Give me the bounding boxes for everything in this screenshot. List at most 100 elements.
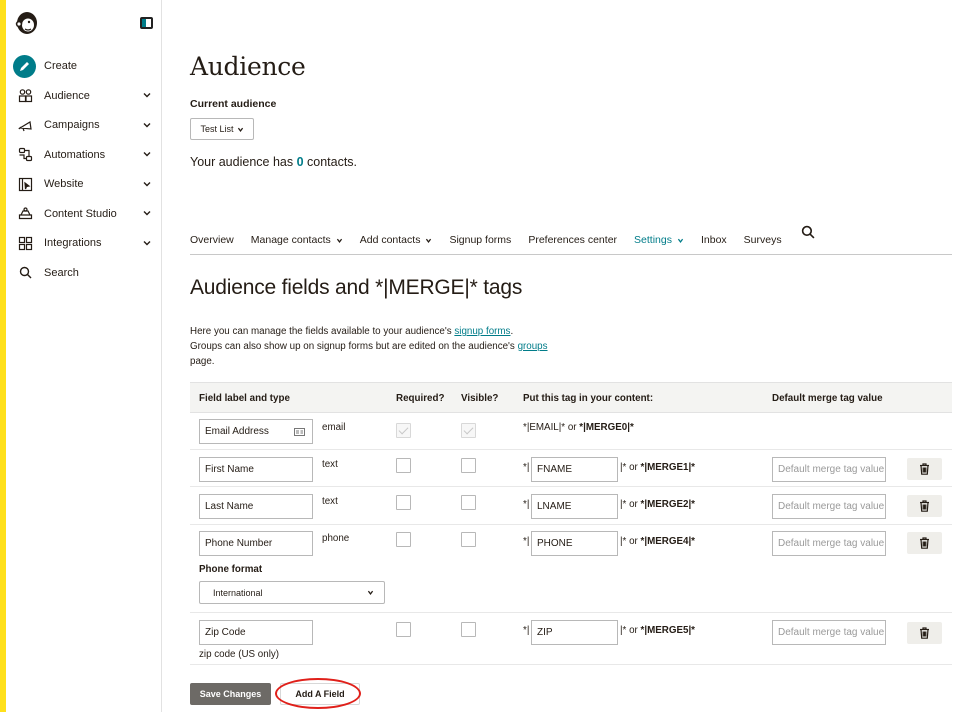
chevron-down-icon[interactable] [142,179,152,189]
sidebar-item-website[interactable]: Website [6,170,162,200]
sidebar-item-campaigns[interactable]: Campaigns [6,111,162,141]
tag-suffix: |* or *|MERGE2|* [620,499,695,510]
required-checkbox[interactable] [396,622,411,637]
main-content: Audience Current audience Test List Your… [190,0,952,712]
chevron-down-icon[interactable] [142,120,152,130]
header-tag: Put this tag in your content: [523,393,654,404]
field-label-value: Email Address [205,426,269,437]
tag-suffix-text: |* or [620,625,641,636]
sidebar-item-audience[interactable]: Audience [6,81,162,111]
search-icon[interactable] [801,225,815,239]
mailchimp-logo-icon[interactable] [14,10,40,36]
header-required: Required? [396,393,445,404]
audience-tabs: Overview Manage contacts Add contacts Si… [190,225,952,255]
contact-count[interactable]: 0 [297,155,304,169]
tag-suffix-text: |* or [620,499,641,510]
trash-icon [920,627,929,639]
visible-checkbox[interactable] [461,495,476,510]
tab-label: Overview [190,234,234,246]
tab-inbox[interactable]: Inbox [701,228,727,252]
sidebar-item-label: Audience [44,89,90,102]
default-value-input[interactable]: Default merge tag value [772,620,886,645]
merge-tag-input[interactable]: FNAME [531,457,618,482]
delete-field-button[interactable] [907,458,942,480]
delete-field-button[interactable] [907,495,942,517]
sidebar-item-label: Content Studio [44,207,117,220]
tab-add-contacts[interactable]: Add contacts [360,228,433,252]
table-row: Phone Number phone *| PHONE |* or *|MERG… [190,525,952,613]
chevron-down-icon [336,238,342,243]
tab-settings[interactable]: Settings [634,228,684,252]
header-field: Field label and type [199,393,290,404]
merge-tag-input[interactable]: LNAME [531,494,618,519]
save-changes-button[interactable]: Save Changes [190,683,271,705]
field-label-input[interactable]: Phone Number [199,531,313,556]
default-value-input[interactable]: Default merge tag value [772,457,886,482]
trash-icon [920,463,929,475]
chevron-down-icon[interactable] [142,208,152,218]
website-icon [16,175,34,193]
tab-manage-contacts[interactable]: Manage contacts [251,228,343,252]
tag-suffix-text: |* or [620,536,641,547]
tag-prefix: *| [523,625,530,636]
chevron-down-icon [237,127,243,132]
merge-tag-input[interactable]: ZIP [531,620,618,645]
tag-suffix: |* or *|MERGE5|* [620,625,695,636]
table-row: Last Name text *| LNAME |* or *|MERGE2|*… [190,487,952,525]
count-suffix: contacts. [303,155,358,169]
visible-checkbox[interactable] [461,622,476,637]
sidebar-item-automations[interactable]: Automations [6,140,162,170]
field-label-value: First Name [205,464,254,475]
merge-tag-value: PHONE [537,538,573,549]
field-label-input[interactable]: Email Address [199,419,313,444]
tag-suffix-text: |* or [620,462,641,473]
field-label-input[interactable]: Last Name [199,494,313,519]
add-field-button[interactable]: Add A Field [280,683,360,705]
tag-bold: *|MERGE0|* [579,422,634,433]
sidebar-item-label: Campaigns [44,119,100,132]
tab-preferences-center[interactable]: Preferences center [528,228,617,252]
required-checkbox[interactable] [396,495,411,510]
field-type: text [322,459,338,470]
sidebar-item-content-studio[interactable]: Content Studio [6,199,162,229]
tab-overview[interactable]: Overview [190,228,234,252]
chevron-down-icon[interactable] [142,238,152,248]
merge-tag-value: LNAME [537,501,572,512]
sidebar: Create Audience Campaigns Automations We… [6,0,162,712]
default-value-input[interactable]: Default merge tag value [772,531,886,556]
tab-signup-forms[interactable]: Signup forms [449,228,511,252]
collapse-sidebar-icon[interactable] [140,17,153,29]
chevron-down-icon[interactable] [142,149,152,159]
signup-forms-link[interactable]: signup forms [454,326,510,337]
phone-format-select[interactable]: International [199,581,385,604]
required-checkbox [396,423,411,438]
sidebar-item-search[interactable]: Search [6,258,162,288]
card-icon [294,428,305,436]
tab-surveys[interactable]: Surveys [744,228,782,252]
groups-link[interactable]: groups [518,341,548,352]
merge-number: *|MERGE2|* [640,499,695,510]
default-value-input[interactable]: Default merge tag value [772,494,886,519]
chevron-down-icon[interactable] [142,90,152,100]
required-checkbox[interactable] [396,458,411,473]
merge-number: *|MERGE5|* [640,625,695,636]
audience-count-text: Your audience has 0 contacts. [190,155,357,169]
sidebar-nav: Create Audience Campaigns Automations We… [6,52,162,288]
required-checkbox[interactable] [396,532,411,547]
sidebar-item-integrations[interactable]: Integrations [6,229,162,259]
merge-tag-input[interactable]: PHONE [531,531,618,556]
merge-tag-text: *|EMAIL|* or *|MERGE0|* [523,422,634,433]
section-title: Audience fields and *|MERGE|* tags [190,276,523,299]
field-label-input[interactable]: First Name [199,457,313,482]
audience-select[interactable]: Test List [190,118,254,140]
sidebar-item-create[interactable]: Create [6,51,162,81]
delete-field-button[interactable] [907,532,942,554]
trash-icon [920,537,929,549]
visible-checkbox[interactable] [461,532,476,547]
visible-checkbox[interactable] [461,458,476,473]
current-audience-label: Current audience [190,98,277,110]
sidebar-item-label: Create [44,60,78,72]
phone-format-value: International [213,587,263,598]
delete-field-button[interactable] [907,622,942,644]
field-label-input[interactable]: Zip Code [199,620,313,645]
